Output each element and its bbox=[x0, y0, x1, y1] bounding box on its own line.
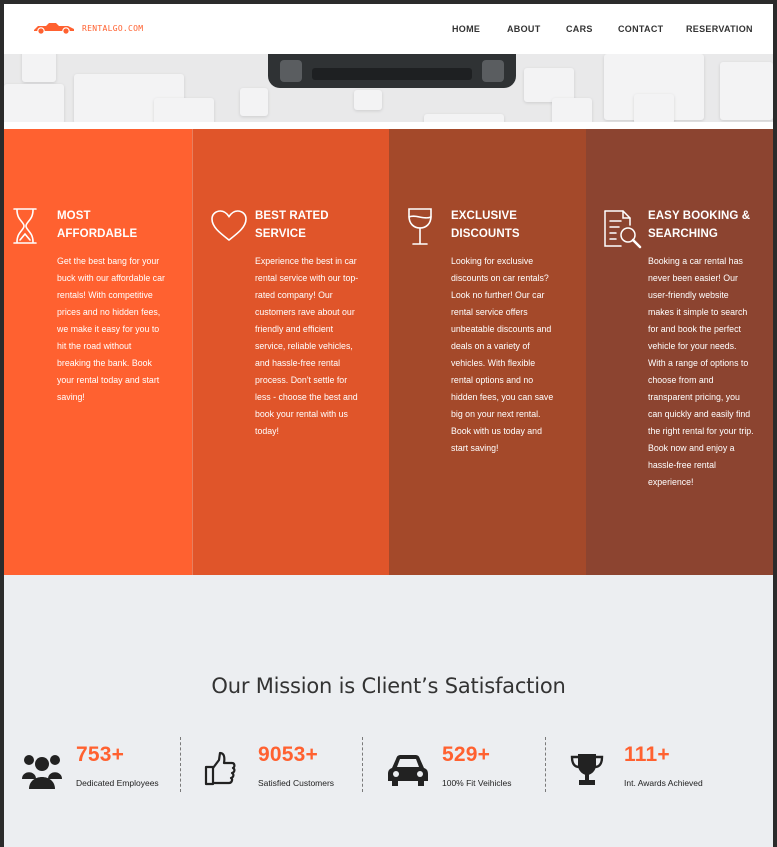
logo[interactable]: RENTALGO.COM bbox=[32, 21, 143, 35]
car-image bbox=[268, 54, 516, 88]
heart-icon bbox=[211, 210, 247, 242]
feature-title-line1: MOST bbox=[57, 210, 91, 222]
page: RENTALGO.COM HOME ABOUT CARS CONTACT RES… bbox=[4, 4, 773, 847]
stat-customers: 9053+ Satisfied Customers bbox=[204, 739, 364, 795]
feature-text: Looking for exclusive discounts on car r… bbox=[451, 256, 554, 453]
nav-home[interactable]: HOME bbox=[452, 24, 480, 34]
stat-value: 111+ bbox=[624, 743, 670, 766]
race-car-icon bbox=[34, 23, 74, 35]
trophy-icon bbox=[570, 754, 604, 785]
stat-label: 100% Fit Veihicles bbox=[442, 778, 512, 788]
feature-title-line2: SEARCHING bbox=[648, 228, 718, 240]
nav-contact[interactable]: CONTACT bbox=[618, 24, 663, 34]
document-search-icon bbox=[604, 210, 642, 249]
stat-value: 529+ bbox=[442, 743, 491, 766]
stat-value: 753+ bbox=[76, 743, 125, 766]
thumbs-up-icon bbox=[204, 751, 236, 786]
stat-divider bbox=[362, 737, 363, 792]
feature-title-line2: DISCOUNTS bbox=[451, 228, 520, 240]
stat-label: Satisfied Customers bbox=[258, 778, 335, 788]
mission-title: Our Mission is Client’s Satisfaction bbox=[211, 674, 566, 698]
feature-text: Booking a car rental has never been easi… bbox=[648, 256, 754, 487]
stat-value: 9053+ bbox=[258, 743, 318, 766]
car-icon bbox=[388, 755, 428, 786]
logo-text: RENTALGO.COM bbox=[82, 23, 144, 33]
feature-title-line1: EASY BOOKING & bbox=[648, 210, 751, 222]
stat-awards: 111+ Int. Awards Achieved bbox=[570, 739, 730, 795]
nav-cars[interactable]: CARS bbox=[566, 24, 593, 34]
hourglass-icon bbox=[13, 208, 37, 244]
nav-about[interactable]: ABOUT bbox=[507, 24, 541, 34]
nav-reservation[interactable]: RESERVATION bbox=[686, 24, 753, 34]
feature-exclusive-discounts: EXCLUSIVE DISCOUNTS Looking for exclusiv… bbox=[389, 129, 586, 575]
feature-text: Get the best bang for your buck with our… bbox=[57, 256, 165, 402]
users-icon bbox=[22, 755, 62, 789]
stat-employees: 753+ Dedicated Employees bbox=[22, 739, 182, 795]
hero-banner bbox=[4, 54, 773, 126]
feature-best-rated: BEST RATED SERVICE Experience the best i… bbox=[192, 129, 389, 575]
feature-text: Experience the best in car rental servic… bbox=[255, 256, 359, 436]
hero-divider bbox=[4, 122, 773, 129]
wine-glass-icon bbox=[408, 208, 432, 245]
stat-divider bbox=[180, 737, 181, 792]
site-header: RENTALGO.COM HOME ABOUT CARS CONTACT RES… bbox=[4, 4, 773, 54]
feature-title-line2: SERVICE bbox=[255, 228, 306, 240]
stat-label: Int. Awards Achieved bbox=[624, 778, 703, 788]
stat-vehicles: 529+ 100% Fit Veihicles bbox=[388, 739, 548, 795]
features-section: MOST AFFORDABLE Get the best bang for yo… bbox=[4, 129, 773, 575]
stat-label: Dedicated Employees bbox=[76, 778, 159, 788]
feature-affordable: MOST AFFORDABLE Get the best bang for yo… bbox=[4, 129, 192, 575]
feature-title-line2: AFFORDABLE bbox=[57, 228, 138, 240]
feature-title-line1: BEST RATED bbox=[255, 210, 329, 222]
stat-divider bbox=[545, 737, 546, 792]
feature-title-line1: EXCLUSIVE bbox=[451, 210, 518, 222]
feature-easy-booking: EASY BOOKING & SEARCHING Booking a car r… bbox=[586, 129, 773, 575]
